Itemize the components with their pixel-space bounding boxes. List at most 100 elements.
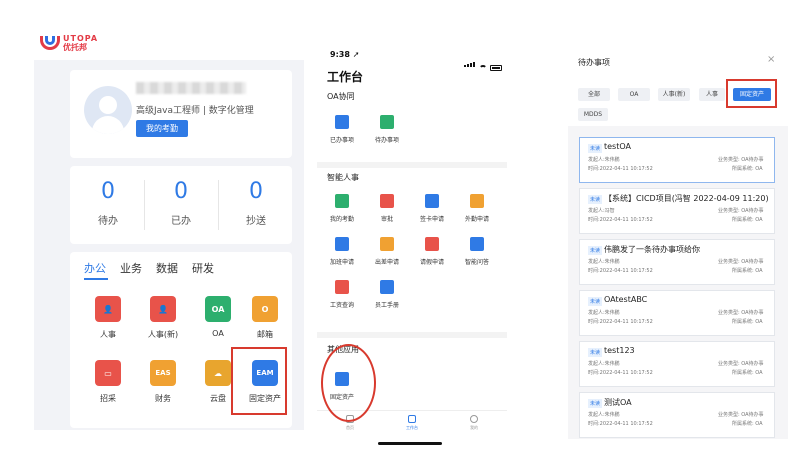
unread-badge: 未读 xyxy=(588,246,603,255)
app-bag[interactable]: ▭ 招采 xyxy=(80,360,136,404)
section-divider xyxy=(317,332,507,338)
todo-item-system: 所属系统: OA xyxy=(732,268,763,274)
avatar[interactable] xyxy=(84,86,132,134)
todo-item[interactable]: 未读 test123 发起人:朱伟鹏 时间:2022-04-11 10:17:52 业务… xyxy=(579,341,775,387)
tab-workbench[interactable]: 工作台 xyxy=(397,415,427,431)
app-briefcase[interactable]: 外勤申请 xyxy=(457,194,497,223)
oa-icon: OA xyxy=(205,296,231,322)
app-label: 人事(新) xyxy=(147,330,179,339)
todo-item[interactable]: 未读 测试OA 发起人:朱伟鹏 时间:2022-04-11 10:17:52 业务类型:… xyxy=(579,392,775,438)
app-yen[interactable]: 工资查询 xyxy=(322,280,362,309)
filter-3[interactable]: 人事 xyxy=(699,88,725,101)
app-label: 出差申请 xyxy=(374,259,399,266)
todo-item-title: testOA xyxy=(604,142,631,151)
todo-item-title: 测试OA xyxy=(604,398,632,407)
bag-icon: ▭ xyxy=(95,360,121,386)
app-label: 我的考勤 xyxy=(329,216,354,223)
app-stamp[interactable]: 审批 xyxy=(367,194,407,223)
tab-office[interactable]: 办公 xyxy=(84,260,106,276)
app-person[interactable]: 👤 人事 xyxy=(80,296,136,340)
tab-home-label: 首页 xyxy=(346,425,354,430)
home-indicator[interactable] xyxy=(378,442,442,445)
tab-business[interactable]: 业务 xyxy=(120,260,142,276)
battery-icon xyxy=(490,65,502,71)
tab-data[interactable]: 数据 xyxy=(156,260,178,276)
count-done-value: 0 xyxy=(174,179,188,204)
leave-doc-icon xyxy=(425,237,439,251)
clipboard-check-icon xyxy=(335,115,349,129)
todo-item[interactable]: 未读 OAtestABC 发起人:朱伟鹏 时间:2022-04-11 10:17:52… xyxy=(579,290,775,336)
stamp-icon xyxy=(380,194,394,208)
app-check-circle[interactable]: 我的考勤 xyxy=(322,194,362,223)
app-category-tabs: 办公 业务 数据 研发 xyxy=(84,260,214,276)
filter-2[interactable]: 人事(新) xyxy=(658,88,690,101)
todo-item-time: 时间:2022-04-11 10:17:52 xyxy=(588,166,653,172)
app-clock[interactable]: 加班申请 xyxy=(322,237,362,266)
app-book[interactable]: 员工手册 xyxy=(367,280,407,309)
clock-icon xyxy=(335,237,349,251)
count-cc[interactable]: 0 抄送 xyxy=(226,178,286,227)
count-done[interactable]: 0 已办 xyxy=(151,178,211,227)
tab-rnd[interactable]: 研发 xyxy=(192,260,214,276)
app-clipboard-check[interactable]: 已办事项 xyxy=(322,115,362,144)
app-label: 邮箱 xyxy=(257,330,273,339)
count-done-label: 已办 xyxy=(171,216,191,227)
app-label: 请假申请 xyxy=(419,259,444,266)
highlight-box-eam xyxy=(231,347,287,415)
unread-badge: 未读 xyxy=(588,348,603,357)
page-title: 工作台 xyxy=(327,70,364,84)
todo-item[interactable]: 未读 【系统】CICD项目(冯智 2022-04-09 11:20) 发起人:冯智时… xyxy=(579,188,775,234)
app-label: 智能问答 xyxy=(464,259,489,266)
todo-item-time: 时间:2022-04-11 10:17:52 xyxy=(588,217,653,223)
app-eas[interactable]: EAS 财务 xyxy=(135,360,191,404)
todo-item-sender: 发起人:朱伟鹏 xyxy=(588,157,620,163)
tab-mine-label: 我的 xyxy=(470,425,478,430)
app-leave-doc[interactable]: 请假申请 xyxy=(412,237,452,266)
todo-item[interactable]: 未读 testOA 发起人:朱伟鹏 时间:2022-04-11 10:17:52 业务类… xyxy=(579,137,775,183)
tab-active-indicator xyxy=(84,278,108,280)
status-time: 9:38 ➚ xyxy=(330,50,360,59)
briefcase-icon xyxy=(470,194,484,208)
filter-0[interactable]: 全部 xyxy=(578,88,610,101)
todo-item-time: 时间:2022-04-11 10:17:52 xyxy=(588,319,653,325)
todo-item-sender: 发起人:朱伟鹏 xyxy=(588,310,620,316)
filter-5[interactable]: MDDS xyxy=(578,108,608,121)
count-cc-label: 抄送 xyxy=(246,216,266,227)
my-attendance-button[interactable]: 我的考勤 xyxy=(136,120,188,137)
todo-item-system: 所属系统: OA xyxy=(732,166,763,172)
signal-icon xyxy=(464,52,476,71)
count-todo[interactable]: 0 待办 xyxy=(78,178,138,227)
job-title: 高级Java工程师 | 数字化管理 xyxy=(136,106,254,116)
app-label: 工资查询 xyxy=(329,302,354,309)
app-label: 外勤申请 xyxy=(464,216,489,223)
status-icons xyxy=(464,52,502,71)
tab-mine[interactable]: 我的 xyxy=(459,415,489,431)
app-label: 审批 xyxy=(380,216,393,223)
yen-icon xyxy=(335,280,349,294)
app-mail[interactable]: O 邮箱 xyxy=(237,296,293,340)
check-circle-icon xyxy=(335,194,349,208)
app-robot[interactable]: 智能问答 xyxy=(457,237,497,266)
person-icon: 👤 xyxy=(95,296,121,322)
app-plus-doc[interactable]: 签卡申请 xyxy=(412,194,452,223)
section-title: OA协同 xyxy=(327,92,355,101)
todo-item-system: 所属系统: OA xyxy=(732,217,763,223)
filter-1[interactable]: OA xyxy=(618,88,650,101)
highlight-box-filter xyxy=(726,79,777,108)
todo-item[interactable]: 未读 伟鹏发了一条待办事项给你 发起人:朱伟鹏 时间:2022-04-11 10:17… xyxy=(579,239,775,285)
app-plane[interactable]: 出差申请 xyxy=(367,237,407,266)
app-person-card[interactable]: 👤 人事(新) xyxy=(135,296,191,340)
todo-item-sender: 发起人:朱伟鹏 xyxy=(588,361,620,367)
todo-item-time: 时间:2022-04-11 10:17:52 xyxy=(588,421,653,427)
todo-item-system: 所属系统: OA xyxy=(732,319,763,325)
app-label: 财务 xyxy=(155,394,171,403)
todo-item-type: 业务类型: OA待办事 xyxy=(718,259,764,265)
app-clipboard-list[interactable]: 待办事项 xyxy=(367,115,407,144)
close-icon[interactable]: × xyxy=(767,54,775,65)
unread-badge: 未读 xyxy=(588,195,603,204)
todo-item-sender: 发起人:朱伟鹏 xyxy=(588,412,620,418)
count-todo-value: 0 xyxy=(101,179,115,204)
highlight-ellipse-asset xyxy=(321,344,376,422)
unread-badge: 未读 xyxy=(588,297,603,306)
eas-icon: EAS xyxy=(150,360,176,386)
